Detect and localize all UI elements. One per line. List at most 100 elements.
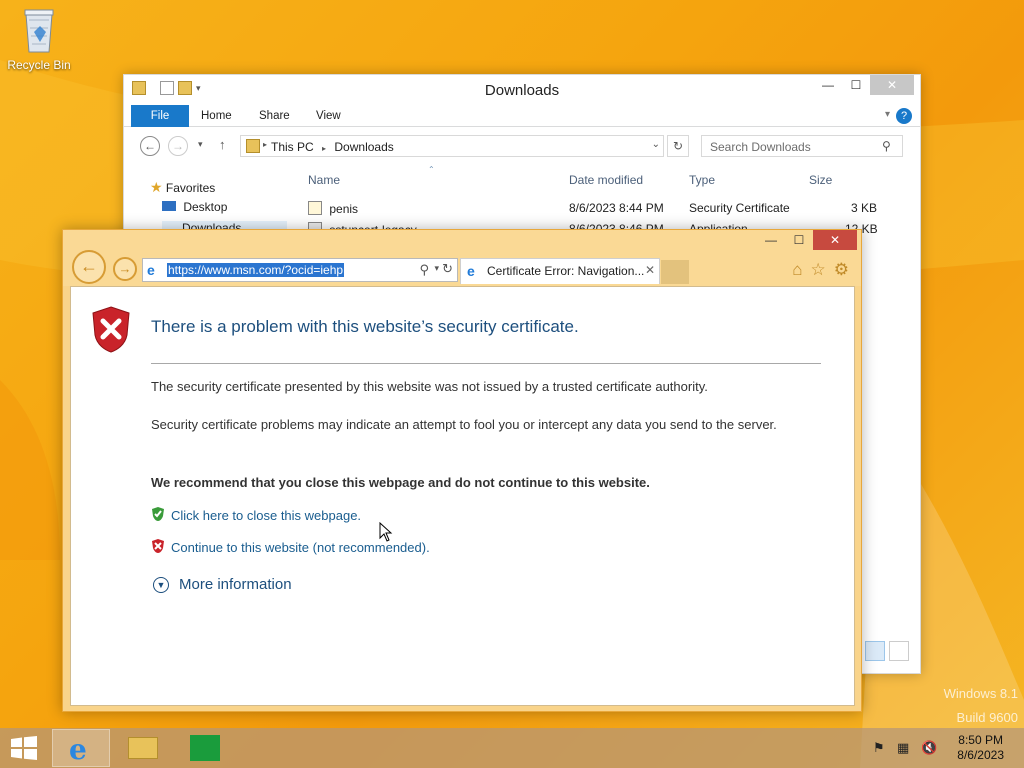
ie-address-bar[interactable]: e https://www.msn.com/?ocid=iehp ⚲ ▾ ↻ [142, 258, 458, 282]
chevron-right-icon: ▸ [322, 144, 327, 153]
recent-locations-icon[interactable]: ▾ [198, 139, 203, 150]
file-date: 8/6/2023 8:44 PM [569, 201, 664, 215]
tab-share[interactable]: Share [259, 105, 290, 127]
ribbon-expand-icon[interactable]: ▾ [885, 109, 890, 120]
ie-toolbar: ⌂ ☆ ⚙ [792, 260, 849, 280]
file-type: Security Certificate [689, 201, 790, 215]
large-icons-view-icon[interactable] [889, 641, 909, 661]
search-input[interactable]: Search Downloads [701, 135, 903, 157]
search-icon[interactable]: ⚲ [882, 139, 891, 153]
url-text[interactable]: https://www.msn.com/?ocid=iehp [167, 263, 345, 277]
new-tab-button[interactable] [661, 260, 689, 284]
sort-arrow-icon: ⌃ [428, 165, 435, 174]
close-button[interactable]: ✕ [813, 230, 857, 250]
back-button[interactable]: ← [140, 136, 160, 156]
taskbar: e ⚑ ▦ 🔇 8:50 PM 8/6/2023 [0, 728, 1024, 768]
address-row: ← → ▾ ↑ ▸ This PC ▸ Downloads ⌄ ↻ Search… [124, 127, 920, 161]
expand-icon[interactable]: ▼ [153, 577, 169, 593]
table-row[interactable]: penis 8/6/2023 8:44 PM Security Certific… [308, 201, 908, 216]
chevron-down-icon[interactable]: ▾ [434, 263, 439, 274]
nav-desktop[interactable]: Desktop [162, 200, 227, 214]
file-size: 3 KB [851, 201, 878, 215]
recycle-bin-icon [20, 6, 58, 56]
maximize-button[interactable]: ☐ [785, 230, 813, 250]
maximize-button[interactable]: ☐ [842, 75, 870, 95]
ie-logo-icon: e [467, 263, 475, 279]
mouse-cursor-icon [379, 521, 393, 545]
explorer-title: Downloads [484, 82, 560, 99]
close-webpage-link[interactable]: Click here to close this webpage. [171, 508, 361, 523]
forward-button[interactable]: → [113, 257, 137, 281]
column-type[interactable]: Type [689, 173, 715, 187]
error-description: The security certificate presented by th… [151, 379, 708, 394]
clock-time: 8:50 PM [958, 733, 1003, 747]
up-arrow-icon[interactable]: ↑ [219, 137, 226, 152]
divider [151, 363, 821, 364]
store-icon [190, 735, 220, 761]
refresh-button[interactable]: ↻ [667, 135, 689, 157]
star-icon: ★ [150, 179, 163, 195]
tab-view[interactable]: View [316, 105, 341, 127]
page-title: There is a problem with this website’s s… [151, 317, 579, 336]
start-button[interactable] [10, 736, 38, 760]
error-warning: Security certificate problems may indica… [151, 417, 777, 432]
certificate-icon [308, 201, 322, 215]
taskbar-ie-button[interactable]: e [52, 729, 110, 767]
desktop-icon [162, 201, 176, 211]
close-tab-icon[interactable]: ✕ [645, 263, 655, 277]
more-information-link[interactable]: More information [179, 576, 292, 593]
back-button[interactable]: ← [72, 250, 106, 284]
red-shield-icon [151, 538, 165, 557]
recycle-bin-shortcut[interactable]: Recycle Bin [6, 6, 72, 72]
tab-home[interactable]: Home [201, 105, 232, 127]
column-name[interactable]: Name [308, 173, 340, 187]
gear-icon[interactable]: ⚙ [834, 260, 849, 280]
nav-favorites[interactable]: ★ Favorites [150, 179, 215, 196]
column-date-modified[interactable]: Date modified [569, 173, 643, 187]
file-explorer-icon [128, 737, 158, 759]
favorites-star-icon[interactable]: ☆ [811, 260, 826, 280]
minimize-button[interactable]: — [757, 230, 785, 250]
help-icon[interactable]: ? [896, 108, 912, 124]
column-size[interactable]: Size [809, 173, 832, 187]
breadcrumb-this-pc[interactable]: This PC [271, 140, 314, 154]
address-dropdown-icon[interactable]: ⌄ [652, 139, 660, 150]
system-clock[interactable]: 8:50 PM 8/6/2023 [957, 733, 1004, 763]
details-view-icon[interactable] [865, 641, 885, 661]
explorer-window-controls: — ☐ ✕ [814, 75, 914, 95]
tab-file[interactable]: File [131, 105, 189, 127]
windows-logo-icon [11, 736, 37, 760]
search-icon[interactable]: ⚲ [419, 262, 429, 278]
green-shield-icon [151, 506, 165, 525]
network-icon[interactable]: ▦ [897, 740, 909, 756]
chevron-right-icon: ▸ [263, 140, 268, 149]
ie-logo-icon: e [147, 262, 155, 278]
file-name: penis [329, 202, 359, 216]
ie-window-controls: — ☐ ✕ [757, 230, 857, 250]
breadcrumb: This PC ▸ Downloads [271, 140, 394, 154]
taskbar-store-button[interactable] [176, 729, 234, 767]
ie-window[interactable]: — ☐ ✕ ← → e https://www.msn.com/?ocid=ie… [62, 229, 862, 712]
action-center-flag-icon[interactable]: ⚑ [873, 740, 885, 756]
address-bar[interactable]: ▸ This PC ▸ Downloads ⌄ [240, 135, 664, 157]
recycle-bin-label: Recycle Bin [7, 58, 71, 72]
windows-version-watermark: Windows 8.1 [943, 686, 1018, 701]
windows-build-watermark: Build 9600 [956, 710, 1018, 725]
downloads-folder-icon [246, 139, 260, 153]
recommendation-text: We recommend that you close this webpage… [151, 475, 650, 490]
breadcrumb-downloads[interactable]: Downloads [334, 140, 393, 154]
ie-page-content: There is a problem with this website’s s… [70, 286, 855, 706]
explorer-titlebar[interactable]: ▾ Downloads — ☐ ✕ [124, 75, 920, 105]
forward-button[interactable]: → [168, 136, 188, 156]
view-toggle [865, 641, 909, 661]
ribbon-tabs: File Home Share View ▾ ? [124, 105, 920, 127]
volume-muted-icon[interactable]: 🔇 [921, 740, 937, 756]
close-button[interactable]: ✕ [870, 75, 914, 95]
taskbar-explorer-button[interactable] [114, 729, 172, 767]
home-icon[interactable]: ⌂ [792, 260, 802, 280]
ie-logo-icon: e [69, 733, 87, 766]
minimize-button[interactable]: — [814, 75, 842, 95]
tab-certificate-error[interactable]: e Certificate Error: Navigation... ✕ [460, 258, 660, 284]
clock-date: 8/6/2023 [957, 748, 1004, 762]
refresh-icon[interactable]: ↻ [442, 261, 453, 277]
